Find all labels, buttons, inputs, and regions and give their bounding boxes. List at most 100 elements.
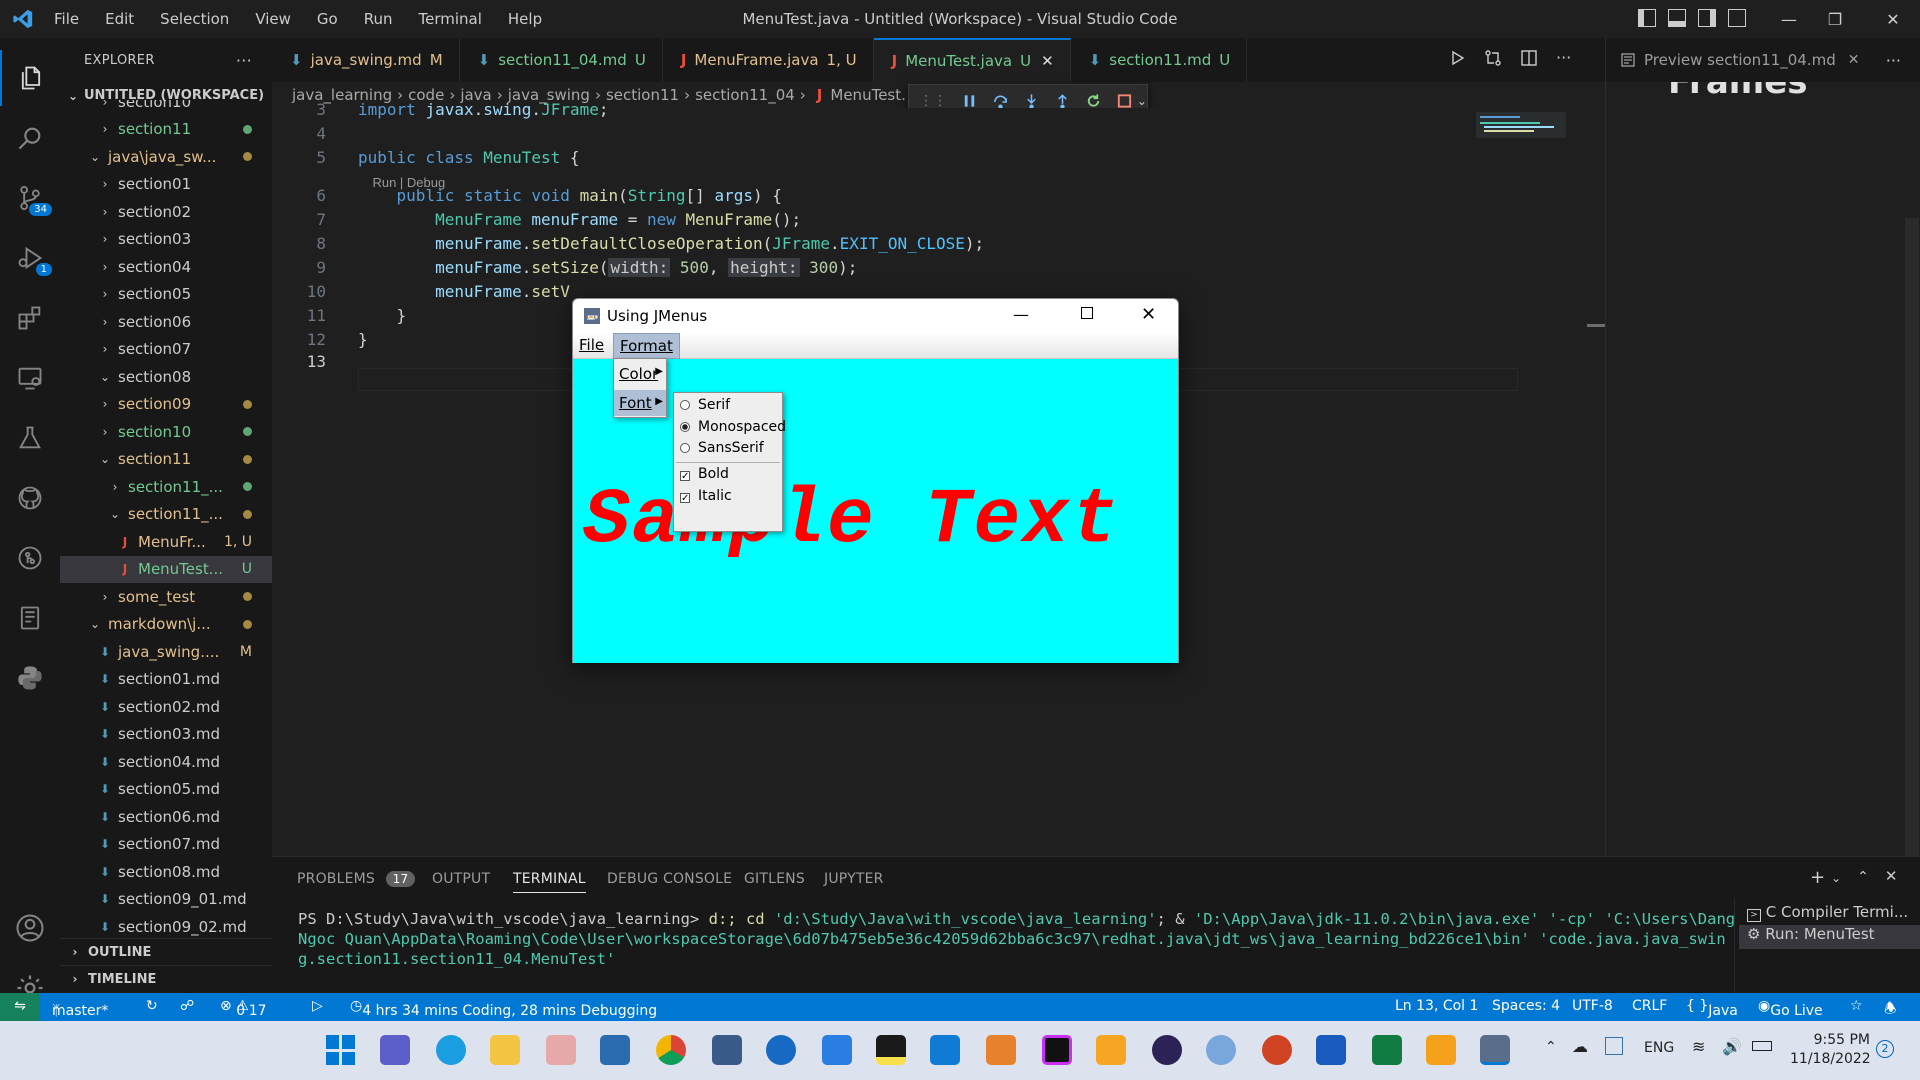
sidebar-item[interactable]: ⬇ section05.md (60, 776, 272, 803)
more-actions-icon[interactable]: ··· (1886, 51, 1901, 70)
sidebar-item[interactable]: ⌄ markdown\j... (60, 611, 272, 638)
chevron-down-icon[interactable]: ⌄ (1831, 871, 1841, 888)
cursor-position[interactable]: Ln 13, Col 1 (1395, 998, 1478, 1014)
sidebar-item[interactable]: › section09 (60, 391, 272, 418)
accounts-icon[interactable] (0, 900, 60, 956)
sidebar-item[interactable]: ⬇ section03.md (60, 721, 272, 748)
sublime-icon[interactable] (986, 1035, 1016, 1065)
terminal-list-item[interactable]: > C Compiler Termi... (1747, 903, 1908, 922)
menu-view[interactable]: View (255, 10, 291, 28)
split-editor-icon[interactable] (1520, 49, 1538, 67)
format-menu-color[interactable]: Color ▶ (614, 361, 666, 387)
java-app-taskbar-icon[interactable] (1480, 1035, 1510, 1065)
sidebar-item[interactable]: ⬇ section01.md (60, 666, 272, 693)
wakatime-status[interactable]: ◷ 4 hrs 34 mins Coding, 28 mins Debuggin… (350, 998, 657, 1019)
edge-icon[interactable] (436, 1035, 466, 1065)
breadcrumb-item[interactable]: section11_04 (695, 86, 795, 104)
font-menu-item[interactable]: Serif (680, 397, 730, 413)
editor-tab[interactable]: J MenuTest.java U ✕ (873, 38, 1071, 82)
close-icon[interactable]: ✕ (1041, 52, 1054, 70)
editor-tab[interactable]: ⬇ java_swing.md M (272, 38, 460, 82)
sidebar-item[interactable]: › section01 (60, 171, 272, 198)
breadcrumb-item[interactable]: section11 (606, 86, 679, 104)
toggle-panel-icon[interactable] (1668, 9, 1686, 27)
editor-tab[interactable]: ⬇ section11.md U (1071, 38, 1248, 82)
eclipse-icon[interactable] (1152, 1035, 1182, 1065)
sidebar-item[interactable]: J MenuTest... U (60, 555, 272, 583)
compare-changes-icon[interactable] (1484, 49, 1502, 67)
git-graph-icon[interactable]: ☍ (180, 998, 194, 1014)
font-menu-item[interactable]: ✓ Italic (680, 488, 732, 504)
java-menu-file[interactable]: File (579, 336, 604, 354)
intellij-icon[interactable] (1042, 1035, 1072, 1065)
sidebar-item[interactable]: › section10 (60, 418, 272, 445)
extensions-icon[interactable] (0, 290, 60, 346)
tab-terminal[interactable]: TERMINAL (513, 871, 586, 893)
editor-tab[interactable]: ⬇ section11_04.md U (460, 38, 663, 82)
editor-tab[interactable]: J MenuFrame.java 1, U (663, 38, 874, 82)
font-menu-item[interactable]: SansSerif (680, 440, 764, 456)
sidebar-item[interactable]: ⬇ section08.md (60, 858, 272, 885)
more-actions-icon[interactable]: ··· (1556, 48, 1571, 67)
powerpoint-icon[interactable] (1262, 1035, 1292, 1065)
sidebar-item[interactable]: ⬇ section07.md (60, 831, 272, 858)
sync-icon[interactable]: ↻ (146, 998, 158, 1014)
file-explorer-icon[interactable] (490, 1035, 520, 1065)
timeline-section[interactable]: › TIMELINE (60, 965, 272, 992)
volume-icon[interactable]: 🔊 (1722, 1037, 1742, 1056)
menu-terminal[interactable]: Terminal (419, 10, 482, 28)
toggle-sidebar-icon[interactable] (1638, 9, 1656, 27)
menu-help[interactable]: Help (508, 10, 542, 28)
line-ending[interactable]: CRLF (1632, 998, 1667, 1014)
close-panel-icon[interactable]: ✕ (1885, 867, 1898, 888)
language-mode[interactable]: { } Java (1686, 998, 1738, 1019)
start-menu-icon[interactable] (326, 1035, 356, 1065)
python-icon[interactable] (0, 650, 60, 706)
menu-go[interactable]: Go (317, 10, 338, 28)
menu-selection[interactable]: Selection (160, 10, 229, 28)
tab-problems[interactable]: PROBLEMS 17 (297, 871, 416, 887)
tab-output[interactable]: OUTPUT (432, 871, 490, 887)
editor-scrollbar[interactable] (1587, 324, 1605, 327)
maximize-panel-icon[interactable]: ⌃ (1857, 869, 1869, 888)
remote-desktop-icon[interactable] (600, 1035, 630, 1065)
font-menu-item[interactable]: Monospaced (680, 419, 786, 435)
terminal-list-item[interactable]: ⚙ Run: MenuTest (1739, 925, 1920, 949)
sidebar-item[interactable]: ⬇ section04.md (60, 748, 272, 775)
remote-indicator[interactable]: ⇋ (0, 993, 40, 1021)
terminal-output[interactable]: PS D:\Study\Java\with_vscode\java_learni… (298, 909, 1738, 969)
notifications-bell-icon[interactable]: 🕭 (1884, 998, 1897, 1022)
tray-app-icon[interactable] (1605, 1037, 1623, 1055)
sidebar-item[interactable]: › section04 (60, 253, 272, 280)
new-terminal-icon[interactable]: + (1810, 867, 1825, 888)
app-icon[interactable] (546, 1035, 576, 1065)
wifi-icon[interactable]: ≋ (1692, 1037, 1705, 1056)
sidebar-item[interactable]: › section03 (60, 226, 272, 253)
sidebar-item[interactable]: J MenuFr... 1, U (60, 528, 272, 555)
chevron-down-icon[interactable]: ⌄ (1137, 94, 1147, 108)
close-icon[interactable]: ✕ (1848, 52, 1860, 68)
sidebar-item[interactable]: › section10 (60, 100, 272, 115)
battery-icon[interactable] (1752, 1041, 1772, 1051)
java-menu-format[interactable]: Format (613, 333, 680, 359)
onedrive-icon[interactable]: ☁ (1572, 1037, 1588, 1056)
sidebar-item[interactable]: › section11 (60, 116, 272, 143)
word-icon[interactable] (1316, 1035, 1346, 1065)
sidebar-item[interactable]: ⌄ section11 (60, 446, 272, 473)
sidebar-item[interactable]: › section02 (60, 198, 272, 225)
problems-status[interactable]: ⊗ 0 ⚠ 17 (220, 998, 267, 1019)
customize-layout-icon[interactable] (1728, 9, 1746, 27)
encoding[interactable]: UTF-8 (1572, 998, 1613, 1014)
feedback-icon[interactable]: ☆ (1850, 998, 1863, 1014)
tray-chevron-icon[interactable]: ⌃ (1545, 1039, 1557, 1055)
format-menu-font[interactable]: Font ▶ (614, 390, 666, 416)
breadcrumb-item[interactable]: MenuTest. (830, 86, 906, 104)
sidebar-item[interactable]: ⌄ java\java_sw... (60, 143, 272, 170)
indentation[interactable]: Spaces: 4 (1492, 998, 1560, 1014)
sidebar-item[interactable]: › section06 (60, 308, 272, 335)
security-app-icon[interactable] (1096, 1035, 1126, 1065)
excel-icon[interactable] (1372, 1035, 1402, 1065)
go-live-button[interactable]: ◉ Go Live (1758, 998, 1823, 1019)
sidebar-item[interactable]: › some_test (60, 583, 272, 610)
pdf-reader-icon[interactable] (1426, 1035, 1456, 1065)
